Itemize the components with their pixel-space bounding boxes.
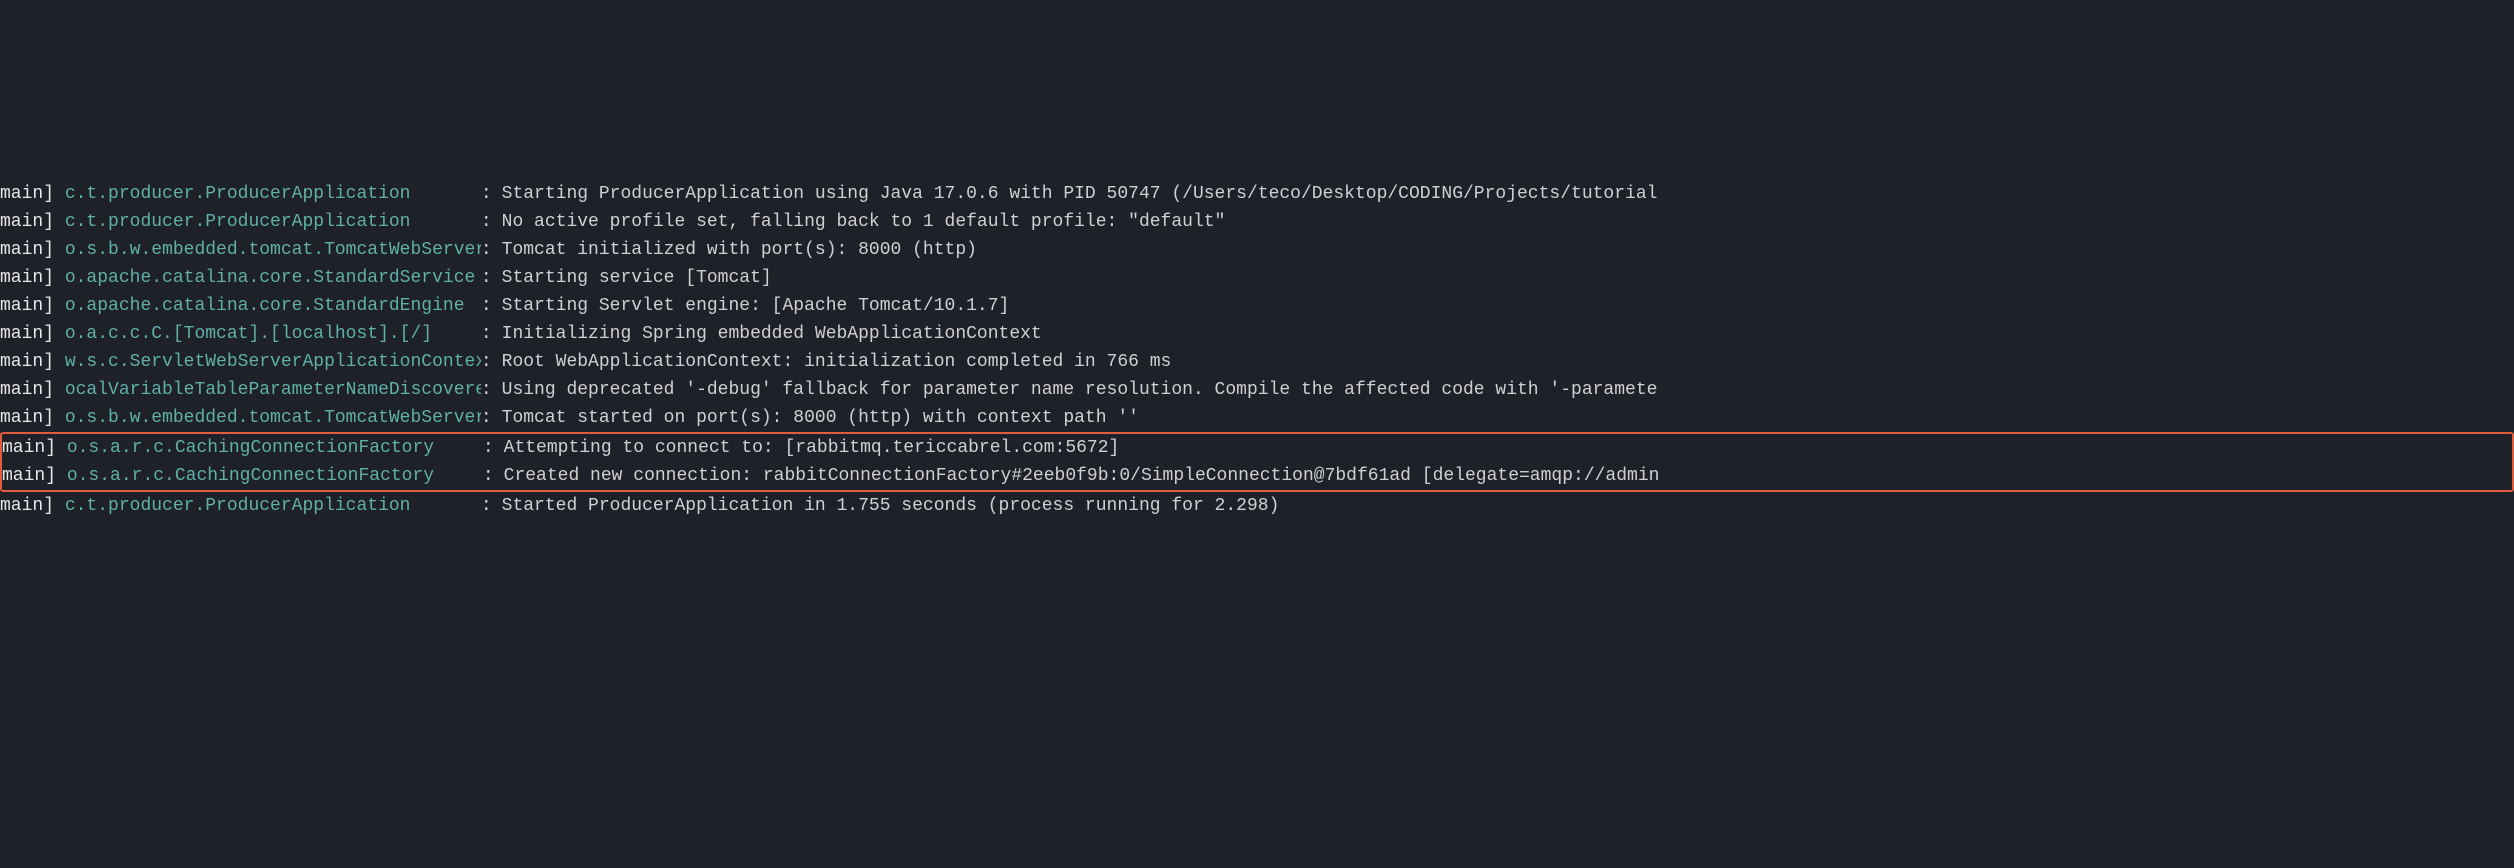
log-message: Tomcat started on port(s): 8000 (http) w…	[502, 404, 1139, 432]
log-separator: :	[481, 320, 502, 348]
log-separator: :	[481, 180, 502, 208]
log-message: Using deprecated '-debug' fallback for p…	[502, 376, 1658, 404]
log-line: main] ocalVariableTableParameterNameDisc…	[0, 376, 2514, 404]
log-message: Tomcat initialized with port(s): 8000 (h…	[502, 236, 977, 264]
log-separator: :	[481, 404, 502, 432]
log-thread: main]	[0, 320, 54, 348]
log-thread: main]	[0, 492, 54, 520]
log-thread: main]	[0, 208, 54, 236]
log-thread: main]	[0, 404, 54, 432]
log-separator: :	[483, 434, 504, 462]
highlighted-log-group: main] o.s.a.r.c.CachingConnectionFactory…	[0, 432, 2514, 492]
log-line: main] o.s.a.r.c.CachingConnectionFactory…	[2, 434, 2512, 462]
log-logger: o.apache.catalina.core.StandardEngine	[65, 292, 481, 320]
log-message: Attempting to connect to: [rabbitmq.teri…	[504, 434, 1120, 462]
log-logger: c.t.producer.ProducerApplication	[65, 180, 481, 208]
log-separator: :	[481, 208, 502, 236]
log-line: main] o.s.b.w.embedded.tomcat.TomcatWebS…	[0, 404, 2514, 432]
log-thread: main]	[0, 180, 54, 208]
log-message: Initializing Spring embedded WebApplicat…	[502, 320, 1042, 348]
log-message: Started ProducerApplication in 1.755 sec…	[502, 492, 1280, 520]
log-line: main] o.s.a.r.c.CachingConnectionFactory…	[2, 462, 2512, 490]
log-line: main] o.s.b.w.embedded.tomcat.TomcatWebS…	[0, 236, 2514, 264]
log-thread: main]	[2, 434, 56, 462]
log-thread: main]	[0, 236, 54, 264]
console-output: main] c.t.producer.ProducerApplication :…	[0, 180, 2514, 520]
log-message: Starting ProducerApplication using Java …	[502, 180, 1658, 208]
log-message: Starting service [Tomcat]	[502, 264, 772, 292]
log-separator: :	[481, 292, 502, 320]
log-line: main] w.s.c.ServletWebServerApplicationC…	[0, 348, 2514, 376]
log-logger: o.s.a.r.c.CachingConnectionFactory	[67, 434, 483, 462]
log-message: Created new connection: rabbitConnection…	[504, 462, 1660, 490]
log-logger: c.t.producer.ProducerApplication	[65, 492, 481, 520]
log-line: main] o.a.c.c.C.[Tomcat].[localhost].[/]…	[0, 320, 2514, 348]
log-thread: main]	[0, 376, 54, 404]
log-message: No active profile set, falling back to 1…	[502, 208, 1226, 236]
log-separator: :	[481, 264, 502, 292]
log-separator: :	[481, 376, 502, 404]
log-line: main] c.t.producer.ProducerApplication :…	[0, 208, 2514, 236]
log-message: Starting Servlet engine: [Apache Tomcat/…	[502, 292, 1010, 320]
log-separator: :	[481, 492, 502, 520]
log-logger: o.s.a.r.c.CachingConnectionFactory	[67, 462, 483, 490]
log-message: Root WebApplicationContext: initializati…	[502, 348, 1172, 376]
log-thread: main]	[0, 264, 54, 292]
log-line: main] c.t.producer.ProducerApplication :…	[0, 492, 2514, 520]
log-logger: o.apache.catalina.core.StandardService	[65, 264, 481, 292]
log-logger: o.s.b.w.embedded.tomcat.TomcatWebServer	[65, 404, 481, 432]
log-separator: :	[481, 348, 502, 376]
log-logger: c.t.producer.ProducerApplication	[65, 208, 481, 236]
log-line: main] o.apache.catalina.core.StandardSer…	[0, 264, 2514, 292]
log-thread: main]	[0, 348, 54, 376]
log-logger: ocalVariableTableParameterNameDiscoverer	[65, 376, 481, 404]
log-line: main] c.t.producer.ProducerApplication :…	[0, 180, 2514, 208]
log-thread: main]	[2, 462, 56, 490]
log-separator: :	[481, 236, 502, 264]
log-logger: w.s.c.ServletWebServerApplicationContext	[65, 348, 481, 376]
log-line: main] o.apache.catalina.core.StandardEng…	[0, 292, 2514, 320]
log-logger: o.a.c.c.C.[Tomcat].[localhost].[/]	[65, 320, 481, 348]
log-logger: o.s.b.w.embedded.tomcat.TomcatWebServer	[65, 236, 481, 264]
log-thread: main]	[0, 292, 54, 320]
log-separator: :	[483, 462, 504, 490]
